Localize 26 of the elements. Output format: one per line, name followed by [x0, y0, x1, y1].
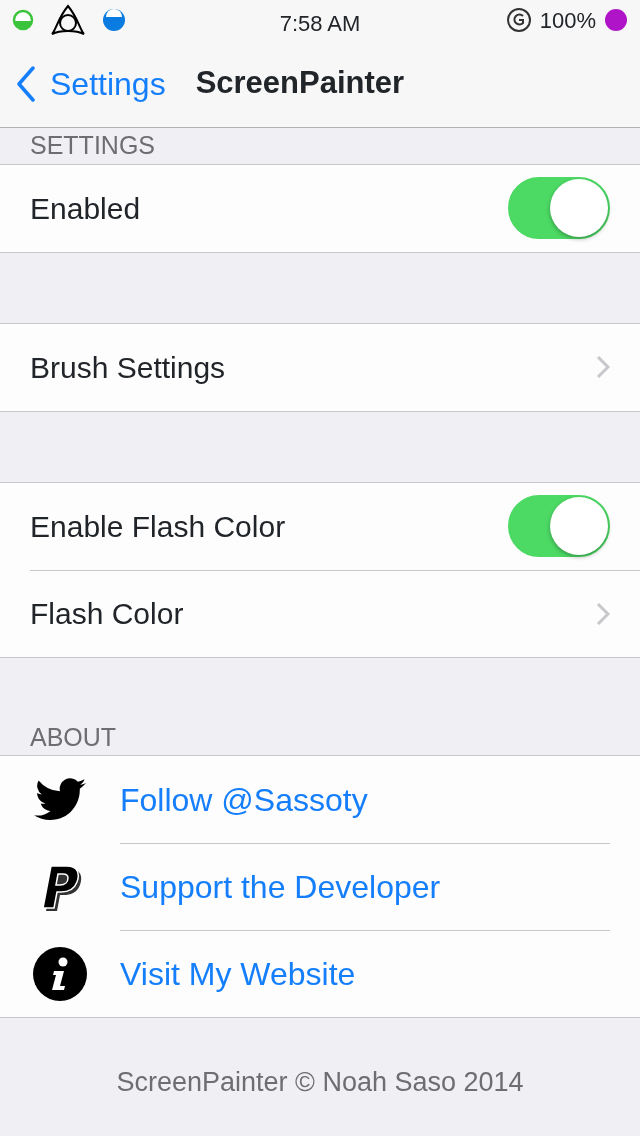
link[interactable]: Support the Developer	[120, 843, 610, 930]
battery-percent: 100%	[539, 6, 596, 35]
row-label: Enable Flash Color	[30, 508, 286, 545]
chevron-right-icon	[596, 355, 610, 379]
half-circle-icon	[12, 9, 34, 31]
status-dot-icon	[604, 8, 628, 32]
section-header: ABOUT	[29, 723, 118, 753]
toggle-switch[interactable]	[508, 495, 610, 557]
info-icon	[32, 945, 88, 1002]
row-label: Enabled	[30, 190, 141, 227]
link[interactable]: Follow @Sassoty	[120, 756, 610, 843]
chevron-right-icon	[596, 601, 610, 626]
nav-title: ScreenPainter	[195, 64, 405, 103]
toggle-switch[interactable]	[508, 177, 610, 239]
list-item[interactable]: Flash Color	[30, 569, 640, 657]
section-header: SETTINGS	[29, 132, 156, 161]
link[interactable]: Visit My Website	[120, 930, 610, 1017]
circled-letter-icon	[505, 7, 532, 33]
chevron-left-icon	[16, 65, 36, 102]
back-button[interactable]: Settings	[0, 59, 166, 108]
bird-icon	[33, 776, 87, 823]
list-item[interactable]: Brush Settings	[30, 323, 640, 411]
triquetra-icon	[50, 4, 86, 36]
status-time: 7:58 AM	[279, 10, 361, 38]
half-circle-icon	[102, 8, 126, 32]
footer-text: ScreenPainter © Noah Saso 2014	[115, 1066, 525, 1099]
